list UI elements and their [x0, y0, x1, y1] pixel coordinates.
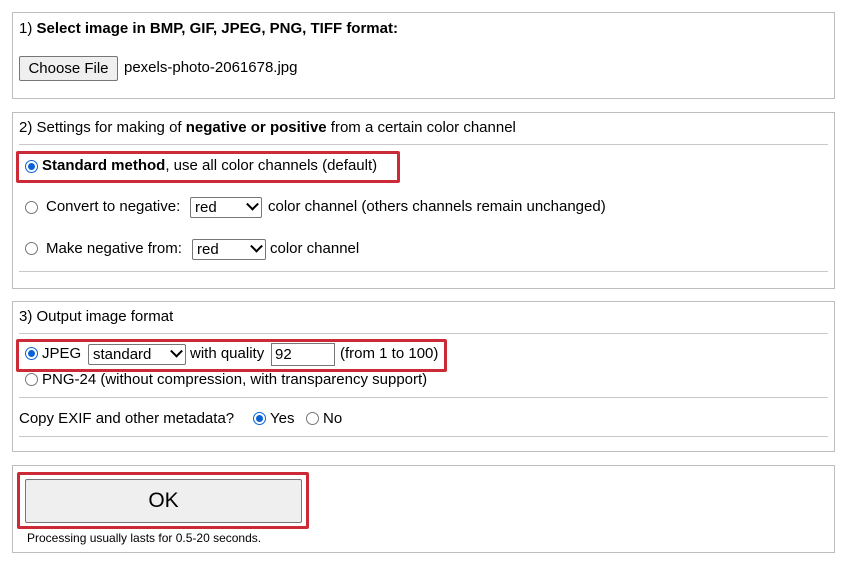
section-submit: OK Processing usually lasts for 0.5-20 s… — [12, 465, 835, 553]
divider — [19, 271, 828, 272]
jpeg-label: JPEG — [42, 345, 82, 362]
section-2-prefix: 2) Settings for making of — [19, 119, 186, 136]
section-select-image: 1) Select image in BMP, GIF, JPEG, PNG, … — [12, 12, 835, 99]
convert-channel-value: red — [195, 199, 217, 216]
exif-no-radio[interactable] — [306, 412, 319, 425]
divider — [19, 144, 828, 145]
section-output-format: 3) Output image format JPEG standard wit… — [12, 301, 835, 452]
make-channel-value: red — [197, 241, 219, 258]
choose-file-button[interactable]: Choose File — [19, 56, 118, 81]
quality-range-hint: (from 1 to 100) — [340, 345, 439, 362]
standard-method-rest: , use all color channels (default) — [165, 157, 378, 174]
standard-method-bold: Standard method — [42, 157, 166, 174]
section-1-title: Select image in BMP, GIF, JPEG, PNG, TIF… — [36, 20, 398, 37]
convert-negative-radio[interactable] — [25, 201, 38, 214]
jpeg-mode-value: standard — [93, 346, 152, 363]
chevron-down-icon — [246, 197, 259, 211]
divider — [19, 333, 828, 334]
selected-file-name: pexels-photo-2061678.jpg — [124, 59, 298, 76]
chevron-down-icon — [170, 344, 183, 358]
png-radio[interactable] — [25, 373, 38, 386]
section-3-heading: 3) Output image format — [19, 308, 174, 325]
exif-label: Copy EXIF and other metadata? — [19, 410, 235, 427]
exif-yes-label: Yes — [270, 410, 295, 427]
section-negative-settings: 2) Settings for making of negative or po… — [12, 112, 835, 289]
convert-channel-select[interactable]: red — [190, 197, 262, 218]
standard-method-label: Standard method, use all color channels … — [42, 157, 377, 174]
chevron-down-icon — [250, 239, 263, 253]
make-channel-select[interactable]: red — [192, 239, 266, 260]
make-negative-label: Make negative from: — [46, 240, 182, 257]
jpeg-mode-select[interactable]: standard — [88, 344, 186, 365]
convert-negative-description: color channel (others channels remain un… — [268, 198, 606, 215]
standard-method-radio[interactable] — [25, 160, 38, 173]
section-1-number: 1) — [19, 20, 33, 37]
quality-label: with quality — [190, 345, 265, 362]
exif-yes-radio[interactable] — [253, 412, 266, 425]
section-1-heading: 1) Select image in BMP, GIF, JPEG, PNG, … — [19, 20, 398, 37]
processing-note: Processing usually lasts for 0.5-20 seco… — [27, 531, 262, 545]
png-label: PNG-24 (without compression, with transp… — [42, 371, 428, 388]
divider — [19, 436, 828, 437]
exif-no-label: No — [323, 410, 343, 427]
quality-input[interactable]: 92 — [271, 343, 335, 366]
jpeg-radio[interactable] — [25, 347, 38, 360]
convert-negative-label: Convert to negative: — [46, 198, 181, 215]
make-negative-radio[interactable] — [25, 242, 38, 255]
section-2-heading: 2) Settings for making of negative or po… — [19, 119, 516, 136]
divider — [19, 397, 828, 398]
make-negative-description: color channel — [270, 240, 360, 257]
section-2-suffix: from a certain color channel — [326, 119, 516, 136]
section-2-title-bold: negative or positive — [185, 119, 327, 136]
ok-button[interactable]: OK — [25, 479, 302, 523]
